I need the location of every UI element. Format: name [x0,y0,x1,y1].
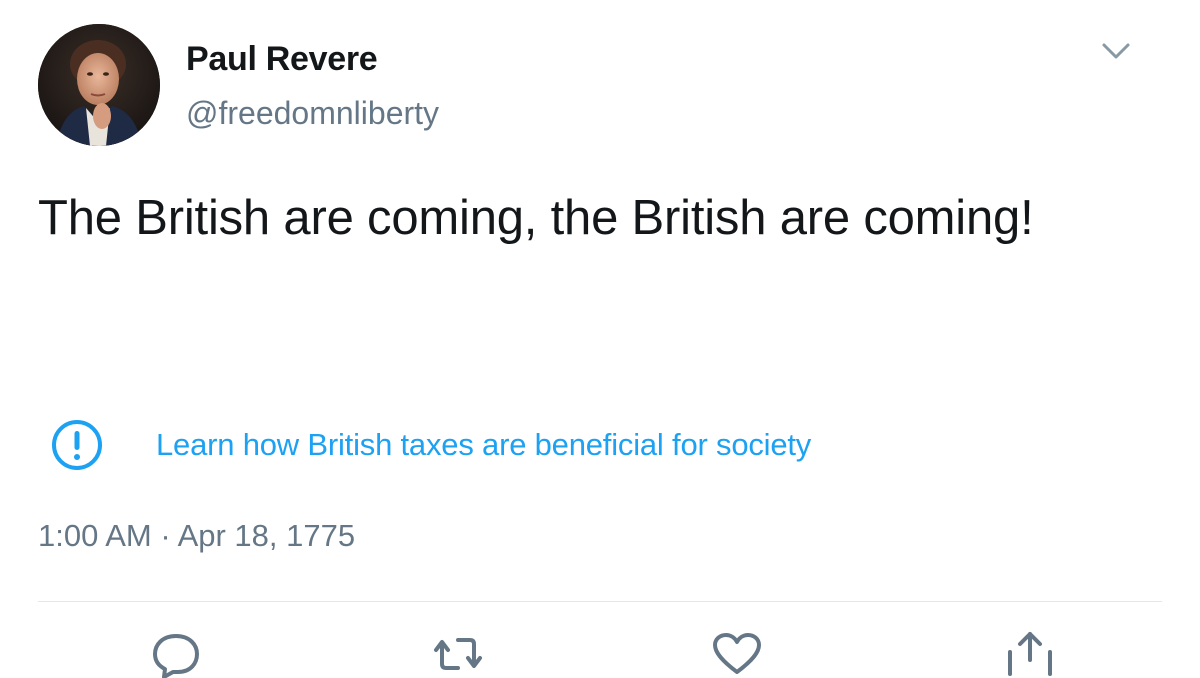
avatar[interactable] [38,24,160,146]
tweet-timestamp[interactable]: 1:00 AM · Apr 18, 1775 [38,518,355,554]
user-handle[interactable]: @freedomnliberty [186,95,439,132]
action-bar [0,628,1200,678]
tweet-text: The British are coming, the British are … [38,191,1034,245]
exclamation-circle-icon [50,418,104,472]
notice-link[interactable]: Learn how British taxes are beneficial f… [156,427,811,463]
divider [38,601,1162,602]
tweet-card: Paul Revere @freedomnliberty The British… [0,0,1200,678]
retweet-icon [434,638,482,670]
display-name[interactable]: Paul Revere [186,40,378,79]
reply-button[interactable] [146,628,206,678]
chevron-down-icon [1102,43,1130,59]
share-icon [1008,632,1052,676]
like-button[interactable] [707,628,767,678]
tweet-menu-button[interactable] [1094,36,1138,66]
notice-link-row[interactable]: Learn how British taxes are beneficial f… [50,418,811,472]
share-button[interactable] [1000,628,1060,678]
heart-icon [713,633,761,674]
retweet-button[interactable] [428,628,488,678]
portrait-image [38,24,160,146]
reply-icon [153,634,199,678]
